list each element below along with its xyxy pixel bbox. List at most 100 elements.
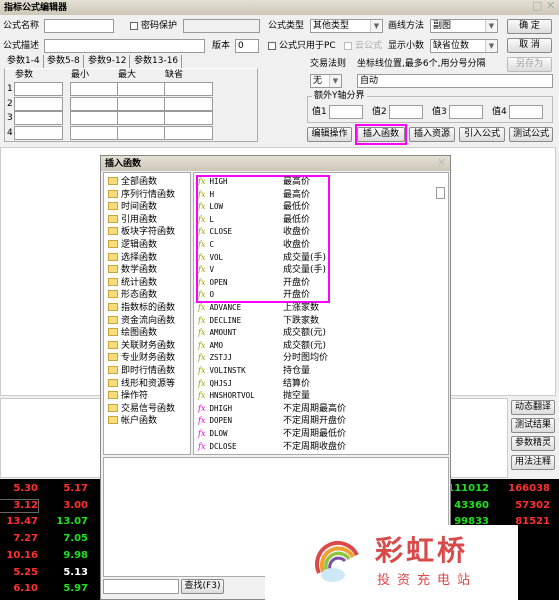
search-input[interactable] bbox=[103, 579, 179, 594]
trade-rule-select[interactable]: 无 ▼ bbox=[310, 74, 342, 88]
function-item[interactable]: fx DLOW 不定周期最低价 bbox=[198, 428, 438, 440]
category-item[interactable]: 序列行情函数 bbox=[108, 189, 175, 201]
param-cell-input[interactable] bbox=[14, 96, 63, 111]
function-item[interactable]: fx OPEN 开盘价 bbox=[198, 277, 438, 289]
category-item[interactable]: 形态函数 bbox=[108, 289, 157, 301]
test-result-button[interactable]: 测试结果 bbox=[511, 418, 555, 433]
function-item[interactable]: fx ADVANCE 上涨家数 bbox=[198, 302, 438, 314]
param-cell-input[interactable] bbox=[117, 96, 166, 111]
function-item[interactable]: fx H 最高价 bbox=[198, 189, 438, 201]
pc-only-checkbox[interactable]: 公式只用于PC bbox=[268, 40, 336, 52]
tab-params-5-8[interactable]: 参数5-8 bbox=[44, 55, 84, 68]
param-cell-input[interactable] bbox=[14, 82, 63, 96]
decimal-select[interactable]: 缺省位数 ▼ bbox=[430, 39, 498, 53]
function-item[interactable]: fx HNSHORTVOL 抛空量 bbox=[198, 390, 438, 402]
dynamic-translate-button[interactable]: 动态翻译 bbox=[511, 400, 555, 415]
function-item[interactable]: fx QHJSJ 结算价 bbox=[198, 378, 438, 390]
fx-icon: fx bbox=[198, 227, 206, 237]
param-cell-input[interactable] bbox=[164, 125, 213, 140]
function-item[interactable]: fx L 最低价 bbox=[198, 214, 438, 226]
cancel-button[interactable]: 取 消 bbox=[507, 38, 552, 53]
formula-name-input[interactable] bbox=[44, 19, 114, 33]
close-icon[interactable]: ✕ bbox=[437, 157, 446, 169]
category-item[interactable]: 数学函数 bbox=[108, 264, 157, 276]
import-formula-button[interactable]: 引入公式 bbox=[459, 127, 505, 142]
function-item[interactable]: fx ZSTJJ 分时图均价 bbox=[198, 352, 438, 364]
extra-y-value-input[interactable] bbox=[329, 105, 363, 119]
formula-desc-input[interactable] bbox=[44, 39, 205, 53]
function-item[interactable]: fx DCLOSE 不定周期收盘价 bbox=[198, 441, 438, 453]
close-icon[interactable]: ✕ bbox=[546, 0, 555, 12]
insert-resource-button[interactable]: 插入资源 bbox=[409, 127, 455, 142]
function-list[interactable]: fx HIGH 最高价 fx H 最高价 fx LOW 最低价 fx L 最低价 fx CLOSE 收盘价 f… bbox=[193, 172, 449, 455]
axis-position-input[interactable]: 自动 bbox=[357, 74, 553, 88]
function-item[interactable]: fx DHIGH 不定周期最高价 bbox=[198, 403, 438, 415]
function-item[interactable]: fx DOPEN 不定周期开盘价 bbox=[198, 415, 438, 427]
category-item[interactable]: 交易信号函数 bbox=[108, 403, 175, 415]
param-cell-input[interactable] bbox=[70, 111, 119, 125]
function-item[interactable]: fx CLOSE 收盘价 bbox=[198, 226, 438, 238]
category-item[interactable]: 关联财务函数 bbox=[108, 340, 175, 352]
category-item[interactable]: 资金流向函数 bbox=[108, 315, 175, 327]
param-cell-input[interactable] bbox=[70, 125, 119, 140]
search-button[interactable]: 查找(F3) bbox=[181, 579, 224, 594]
category-tree[interactable]: 全部函数 序列行情函数 时间函数 引用函数 板块字符函数 逻辑函数 选择函数 数学函数 统计函数… bbox=[103, 172, 191, 455]
extra-y-value-input[interactable] bbox=[509, 105, 543, 119]
test-formula-button[interactable]: 测试公式 bbox=[509, 127, 553, 142]
param-cell-input[interactable] bbox=[70, 82, 119, 96]
param-wizard-button[interactable]: 参数精灵 bbox=[511, 436, 555, 451]
function-item[interactable]: fx HIGH 最高价 bbox=[198, 176, 438, 188]
function-item[interactable]: fx AMO 成交额(元) bbox=[198, 340, 438, 352]
param-cell-input[interactable] bbox=[117, 111, 166, 125]
category-item[interactable]: 指数标的函数 bbox=[108, 302, 175, 314]
param-cell-input[interactable] bbox=[117, 125, 166, 140]
category-item[interactable]: 逻辑函数 bbox=[108, 239, 157, 251]
fx-icon: fx bbox=[198, 378, 206, 388]
category-item[interactable]: 选择函数 bbox=[108, 252, 157, 264]
category-item[interactable]: 即时行情函数 bbox=[108, 365, 175, 377]
function-item[interactable]: fx V 成交量(手) bbox=[198, 264, 438, 276]
category-item[interactable]: 全部函数 bbox=[108, 176, 157, 188]
tab-params-13-16[interactable]: 参数13-16 bbox=[131, 55, 183, 68]
category-item[interactable]: 板块字符函数 bbox=[108, 226, 175, 238]
extra-y-value-input[interactable] bbox=[389, 105, 423, 119]
chevron-down-icon[interactable]: ▼ bbox=[329, 75, 341, 87]
chevron-down-icon[interactable]: ▼ bbox=[370, 20, 382, 32]
param-cell-input[interactable] bbox=[14, 111, 63, 125]
category-item[interactable]: 帐户函数 bbox=[108, 415, 157, 427]
category-item[interactable]: 统计函数 bbox=[108, 277, 157, 289]
usage-notes-button[interactable]: 用法注释 bbox=[511, 455, 555, 470]
password-checkbox[interactable]: 密码保护 bbox=[130, 20, 177, 32]
function-item[interactable]: fx C 收盘价 bbox=[198, 239, 438, 251]
function-item[interactable]: fx VOL 成交量(手) bbox=[198, 252, 438, 264]
function-item[interactable]: fx AMOUNT 成交额(元) bbox=[198, 327, 438, 339]
category-item[interactable]: 引用函数 bbox=[108, 214, 157, 226]
category-item[interactable]: 绘图函数 bbox=[108, 327, 157, 339]
chevron-down-icon[interactable]: ▼ bbox=[485, 40, 497, 52]
param-cell-input[interactable] bbox=[117, 82, 166, 96]
tab-params-1-4[interactable]: 参数1-4 bbox=[4, 55, 44, 68]
draw-method-select[interactable]: 副图 ▼ bbox=[430, 19, 498, 33]
param-cell-input[interactable] bbox=[164, 96, 213, 111]
category-item[interactable]: 专业财务函数 bbox=[108, 352, 175, 364]
param-cell-input[interactable] bbox=[164, 111, 213, 125]
function-item[interactable]: fx VOLINSTK 持仓量 bbox=[198, 365, 438, 377]
category-item[interactable]: 时间函数 bbox=[108, 201, 157, 213]
category-item[interactable]: 操作符 bbox=[108, 390, 148, 402]
edit-operation-button[interactable]: 编辑操作 bbox=[307, 127, 352, 142]
param-cell-input[interactable] bbox=[14, 125, 63, 140]
formula-type-select[interactable]: 其他类型 ▼ bbox=[310, 19, 383, 33]
param-cell-input[interactable] bbox=[70, 96, 119, 111]
password-input[interactable] bbox=[183, 19, 260, 33]
ok-button[interactable]: 确 定 bbox=[507, 19, 552, 34]
param-cell-input[interactable] bbox=[164, 82, 213, 96]
chevron-down-icon[interactable]: ▼ bbox=[485, 20, 497, 32]
extra-y-value-input[interactable] bbox=[449, 105, 483, 119]
function-item[interactable]: fx DECLINE 下跌家数 bbox=[198, 315, 438, 327]
maximize-icon[interactable]: □ bbox=[532, 0, 542, 12]
version-input[interactable]: 0 bbox=[235, 39, 259, 53]
function-item[interactable]: fx LOW 最低价 bbox=[198, 201, 438, 213]
function-item[interactable]: fx O 开盘价 bbox=[198, 289, 438, 301]
tab-params-9-12[interactable]: 参数9-12 bbox=[85, 55, 131, 68]
category-item[interactable]: 线形和资源等 bbox=[108, 378, 175, 390]
